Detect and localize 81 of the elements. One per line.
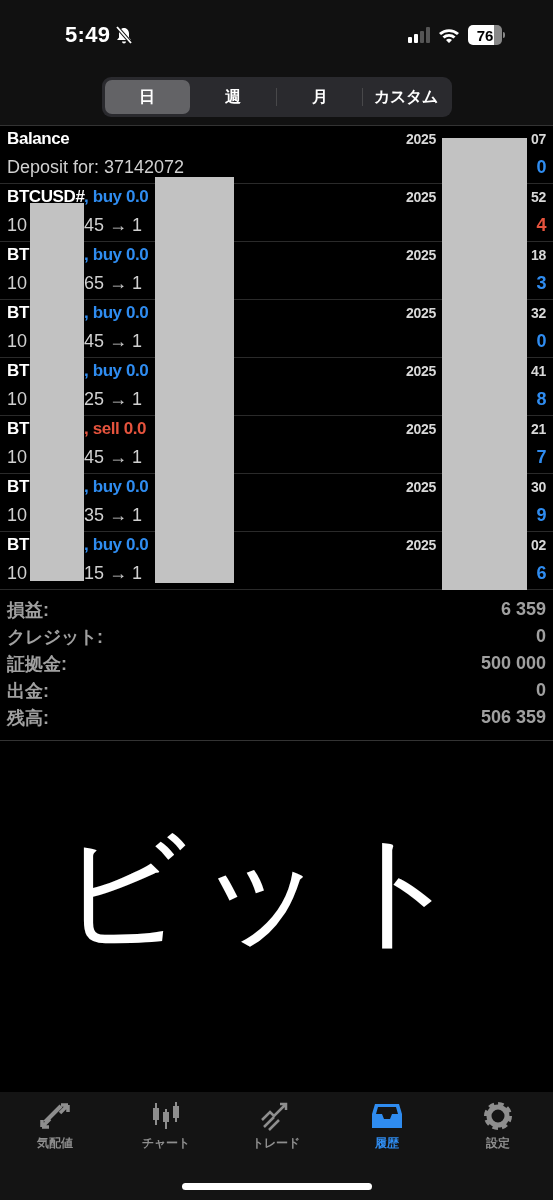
summary-label: 証拠金:	[7, 652, 67, 676]
summary-value: 0	[536, 680, 546, 701]
deal-profit: 0	[536, 330, 546, 352]
deal-title: Balance	[7, 128, 70, 149]
deal-time: 2025	[406, 246, 436, 263]
deal-time: 2025	[406, 188, 436, 205]
period-tab[interactable]: 週	[190, 80, 276, 114]
deal-price: 25 → 1	[84, 388, 143, 410]
deal-time: 2025	[406, 362, 436, 379]
wifi-icon	[438, 27, 460, 43]
summary-label: クレジット:	[7, 625, 103, 649]
deal-price: 10	[7, 562, 29, 584]
deal-profit: 0	[536, 156, 546, 178]
deal-type: , buy 0.0	[84, 186, 149, 207]
deal-type: , buy 0.0	[84, 476, 149, 497]
bell-slash-icon	[114, 25, 135, 45]
summary-label: 残高:	[7, 706, 49, 730]
signal-icon	[408, 27, 430, 43]
double-arrow-icon	[39, 1100, 72, 1132]
summary-label: 出金:	[7, 679, 49, 703]
deal-time: 2025	[406, 536, 436, 553]
summary-value: 500 000	[480, 653, 546, 674]
deal-time: 18	[531, 246, 546, 263]
clock-time: 5:49	[65, 22, 111, 48]
tab-bar-item[interactable]: 気配値	[0, 1100, 111, 1152]
deal-time: 2025	[406, 304, 436, 321]
deal-price: 10	[7, 330, 29, 352]
deal-price: 10	[7, 388, 29, 410]
tab-bar-item[interactable]: 履歴	[331, 1100, 443, 1152]
deal-profit: 9	[536, 504, 546, 526]
deal-symbol: BT	[7, 302, 31, 323]
deal-type: , buy 0.0	[84, 302, 149, 323]
deal-price: 10	[7, 272, 29, 294]
summary-value: 6 359	[500, 599, 546, 620]
deal-time: 41	[531, 362, 546, 379]
deal-time: 32	[531, 304, 546, 321]
deal-price: 10	[7, 214, 29, 236]
deal-profit: 7	[536, 446, 546, 468]
period-tab[interactable]: 日	[104, 80, 190, 114]
handwritten-note: ビット	[59, 815, 474, 964]
deal-price: 45 → 1	[84, 214, 143, 236]
settings-icon	[481, 1100, 514, 1132]
tab-bar-item[interactable]: チャート	[110, 1100, 222, 1152]
summary-value: 506 359	[480, 707, 546, 728]
deal-time: 2025	[406, 478, 436, 495]
deal-time: 07	[531, 130, 546, 147]
deal-profit: 8	[536, 388, 546, 410]
deal-type: , buy 0.0	[84, 534, 149, 555]
deal-price: 45 → 1	[84, 330, 143, 352]
deal-symbol: BTCUSD#	[7, 186, 84, 207]
deal-price: 10	[7, 504, 29, 526]
deal-time: 02	[531, 536, 546, 553]
deal-profit: 6	[536, 562, 546, 584]
deal-profit: 3	[536, 272, 546, 294]
tab-bar-item[interactable]: トレード	[221, 1100, 332, 1152]
tab-bar-item[interactable]: 設定	[442, 1100, 553, 1152]
deal-price: 65 → 1	[84, 272, 143, 294]
deal-time: 2025	[406, 420, 436, 437]
deal-price: 45 → 1	[84, 446, 143, 468]
deal-price: 10	[7, 446, 29, 468]
deal-type: , buy 0.0	[84, 244, 149, 265]
deal-comment: Deposit for: 37142072	[7, 156, 185, 178]
deal-price: 35 → 1	[84, 504, 143, 526]
deal-type: , sell 0.0	[84, 418, 147, 439]
deal-symbol: BT	[7, 360, 31, 381]
period-tab[interactable]: カスタム	[363, 80, 449, 114]
deal-symbol: BT	[7, 476, 31, 497]
period-tab[interactable]: 月	[277, 80, 363, 114]
deal-time: 2025	[406, 130, 436, 147]
deal-time: 21	[531, 420, 546, 437]
deal-time: 52	[531, 188, 546, 205]
deal-time: 30	[531, 478, 546, 495]
summary-label: 損益:	[7, 598, 49, 622]
deal-type: , buy 0.0	[84, 360, 149, 381]
summary-value: 0	[536, 626, 546, 647]
deal-profit: 4	[536, 214, 546, 236]
deal-symbol: BT	[7, 244, 31, 265]
deal-symbol: BT	[7, 418, 31, 439]
deal-symbol: BT	[7, 534, 31, 555]
battery-level: 76	[468, 25, 502, 45]
deal-price: 15 → 1	[84, 562, 143, 584]
